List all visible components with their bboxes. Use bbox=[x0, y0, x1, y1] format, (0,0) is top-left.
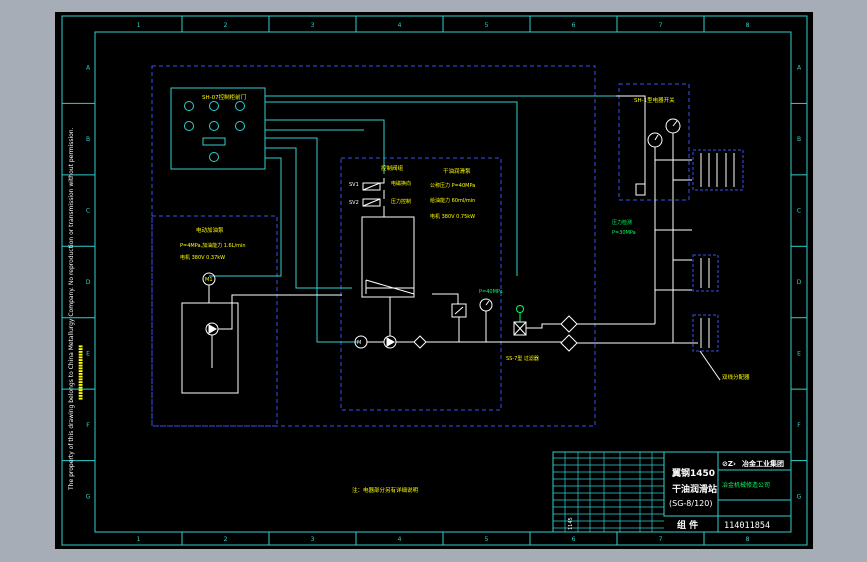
row-label-F: F bbox=[86, 422, 90, 429]
col-label-3: 3 bbox=[311, 536, 315, 543]
cad-viewport: ABCDEFG ABCDEFG 12345678 12345678 The pr… bbox=[0, 0, 867, 562]
drawing-number: 114011854 bbox=[724, 521, 770, 531]
control-cabinet-title: SH-07控制柜前门 bbox=[202, 93, 246, 101]
col-label-2: 2 bbox=[224, 536, 228, 543]
electric-cabinet-title: SH-1型电器开关 bbox=[634, 96, 675, 104]
title-block: 翼钢1450 干油润滑站 (SG-8/120) ⊘Z› 冶金工业集团 冶金机械修… bbox=[552, 451, 792, 533]
col-label-3: 3 bbox=[311, 22, 315, 29]
col-label-7: 7 bbox=[659, 536, 663, 543]
row-label-G: G bbox=[797, 493, 802, 500]
col-label-6: 6 bbox=[572, 536, 576, 543]
svg-text:M1: M1 bbox=[205, 277, 213, 283]
company-logo: ⊘Z› bbox=[722, 460, 736, 468]
row-label-D: D bbox=[797, 279, 802, 286]
row-label-B: B bbox=[86, 136, 90, 143]
pressure-tag: P=40MPa bbox=[479, 289, 503, 295]
oil-station-line-3: 电机 380V 0.75kW bbox=[430, 213, 475, 220]
company-name: 冶金工业集团 bbox=[742, 459, 784, 468]
product-line-1: 翼钢1450 bbox=[671, 467, 715, 479]
bottom-note: 注：电器部分另有详细说明 bbox=[352, 486, 419, 494]
row-label-E: E bbox=[797, 350, 801, 357]
col-label-4: 4 bbox=[398, 536, 402, 543]
oil-station-line-1: 公称压力 P=40MPa bbox=[430, 182, 475, 189]
product-line-2: 干油润滑站 bbox=[672, 483, 717, 495]
svg-text:M: M bbox=[357, 340, 361, 346]
pump-station-title: 电动加油泵 bbox=[196, 226, 224, 234]
valve-sv2-label: SV2 bbox=[349, 200, 359, 206]
col-label-1: 1 bbox=[137, 22, 141, 29]
side-notice: The property of this drawing belongs to … bbox=[68, 127, 75, 491]
valve-note-1: 电磁换向 bbox=[391, 180, 411, 187]
col-label-4: 4 bbox=[398, 22, 402, 29]
pump-station-line-1: P=4MPa,加油能力 1.6L/min bbox=[180, 242, 246, 249]
distributor-note-1: 压力检测 bbox=[612, 219, 632, 226]
product-line-3: (SG-8/120) bbox=[669, 499, 712, 508]
valve-sv1-label: SV1 bbox=[349, 182, 359, 188]
pump-station-line-2: 电机 380V 0.37kW bbox=[180, 254, 225, 261]
col-label-8: 8 bbox=[746, 22, 750, 29]
row-label-E: E bbox=[86, 350, 90, 357]
col-label-1: 1 bbox=[137, 536, 141, 543]
row-label-B: B bbox=[797, 136, 801, 143]
col-label-8: 8 bbox=[746, 536, 750, 543]
oil-station-title: 干油润滑泵 bbox=[443, 167, 471, 175]
row-label-C: C bbox=[86, 208, 90, 215]
col-label-2: 2 bbox=[224, 22, 228, 29]
col-label-7: 7 bbox=[659, 22, 663, 29]
col-label-5: 5 bbox=[485, 536, 489, 543]
row-label-C: C bbox=[797, 208, 801, 215]
col-label-5: 5 bbox=[485, 22, 489, 29]
valve-note-2: 压力控制 bbox=[391, 198, 411, 205]
sub-company: 冶金机械修造公司 bbox=[722, 481, 770, 489]
row-label-F: F bbox=[797, 422, 801, 429]
category-label: 组 件 bbox=[677, 519, 698, 531]
side-code: 1145 bbox=[568, 517, 574, 530]
distributor-label: 双线分配器 bbox=[722, 373, 750, 381]
side-notice-2: ▮▮▮▮▮▮▮▮▮▮▮▮▮▮▮▮▮▮▮▮ bbox=[78, 345, 84, 400]
col-label-6: 6 bbox=[572, 22, 576, 29]
row-label-D: D bbox=[86, 279, 91, 286]
line-filter-label: SS-7型 过滤器 bbox=[506, 355, 539, 362]
distributor-note-2: P=30MPa bbox=[612, 230, 636, 236]
row-label-G: G bbox=[86, 493, 91, 500]
valve-group-title: 控制阀组 bbox=[381, 164, 404, 172]
oil-station-line-2: 给油能力 60ml/min bbox=[430, 197, 475, 204]
